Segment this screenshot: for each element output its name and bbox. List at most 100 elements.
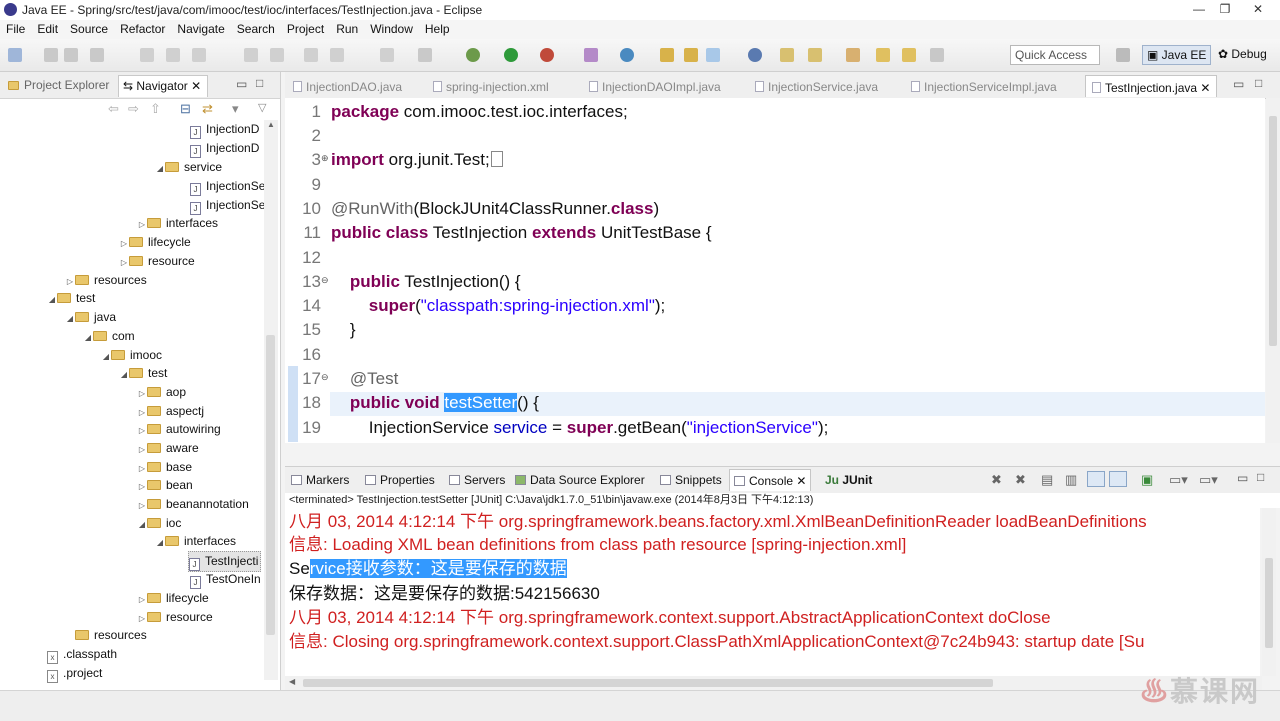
tab-spring-injection-xml[interactable]: spring-injection.xml <box>433 80 549 94</box>
step-over-icon[interactable] <box>270 48 284 62</box>
maximize-console-icon[interactable]: □ <box>1257 470 1264 484</box>
link-editor-icon[interactable]: ⇄ <box>202 101 213 117</box>
back-dropdown-icon[interactable] <box>902 48 916 62</box>
tab-markers[interactable]: Markers <box>291 473 349 487</box>
menu-help[interactable]: Help <box>419 20 456 36</box>
navigator-scrollbar[interactable]: ▲ <box>264 120 278 680</box>
word-wrap-icon[interactable] <box>1109 471 1127 487</box>
minimize-console-icon[interactable]: ▭ <box>1237 471 1248 485</box>
new-icon[interactable] <box>8 48 22 62</box>
editor-scrollbar[interactable] <box>1266 98 1280 443</box>
globe-icon[interactable] <box>748 48 762 62</box>
expanded-arrow-icon[interactable]: ◢ <box>47 290 57 309</box>
menu-navigate[interactable]: Navigate <box>171 20 230 36</box>
collapsed-arrow-icon[interactable]: ▷ <box>137 496 147 515</box>
expanded-arrow-icon[interactable]: ◢ <box>137 515 147 534</box>
annotation-icon[interactable] <box>780 48 794 62</box>
new-console-icon[interactable]: ▭▾ <box>1199 472 1218 488</box>
menu-project[interactable]: Project <box>281 20 330 36</box>
expanded-arrow-icon[interactable]: ◢ <box>119 365 129 384</box>
maximize-editor-icon[interactable]: □ <box>1255 76 1262 90</box>
perspective-javaee-button[interactable]: ▣ Java EE <box>1142 45 1212 65</box>
remove-launches-icon[interactable]: ✖ <box>1015 472 1026 488</box>
maximize-panel-icon[interactable]: □ <box>256 76 263 90</box>
tab-injectionservice[interactable]: InjectionService.java <box>755 80 878 94</box>
tab-injectiondao[interactable]: InjectionDAO.java <box>293 80 402 94</box>
tree-item-selected[interactable]: J TestInjecti <box>188 551 262 572</box>
tree-item[interactable]: J InjectionD <box>190 120 259 139</box>
forward-arrow-icon[interactable]: ⇨ <box>128 101 139 117</box>
clear-console-icon[interactable]: ▤ <box>1041 472 1053 488</box>
tree-item[interactable]: ◢ test <box>47 289 95 308</box>
console-scroll-thumb[interactable] <box>1265 558 1273 648</box>
tree-item[interactable]: J InjectionSe <box>190 177 265 196</box>
tree-item[interactable]: ◢ service <box>155 158 222 177</box>
tree-item[interactable]: ◢ interfaces <box>155 532 236 551</box>
tree-item[interactable]: ▷ lifecycle <box>119 233 191 252</box>
tree-item[interactable]: ◢ com <box>83 327 135 346</box>
tree-item[interactable]: ▷ resource <box>137 608 213 627</box>
menu-window[interactable]: Window <box>364 20 419 36</box>
tree-item[interactable]: ▷ aspectj <box>137 402 204 421</box>
collapsed-arrow-icon[interactable]: ▷ <box>137 477 147 496</box>
tab-injectiondaoimpl[interactable]: InjectionDAOImpl.java <box>589 80 721 94</box>
tree-item[interactable]: ▷ resource <box>119 252 195 271</box>
menu-edit[interactable]: Edit <box>31 20 64 36</box>
last-edit-icon[interactable] <box>846 48 860 62</box>
terminate-console-icon[interactable]: ✖ <box>991 472 1002 488</box>
scroll-left-icon[interactable]: ◀ <box>289 677 295 686</box>
minimize-button[interactable]: — <box>1186 1 1212 17</box>
perspective-debug-button[interactable]: ✿ Debug <box>1214 45 1271 63</box>
expanded-arrow-icon[interactable]: ◢ <box>83 328 93 347</box>
fold-expand-icon[interactable]: ⊕ <box>321 153 329 164</box>
scroll-up-icon[interactable]: ▲ <box>267 120 275 129</box>
console-scrollbar[interactable] <box>1262 508 1276 676</box>
tree-item[interactable]: resources <box>75 626 147 645</box>
tree-item[interactable]: J TestOneIn <box>190 570 261 589</box>
tree-item[interactable]: ▷ interfaces <box>137 214 218 233</box>
tree-item[interactable]: J InjectionSe <box>190 196 265 215</box>
forward-icon[interactable] <box>930 48 944 62</box>
collapse-all-icon[interactable]: ⊟ <box>180 101 191 117</box>
tab-project-explorer[interactable]: Project Explorer <box>8 78 109 92</box>
save-all-icon[interactable] <box>64 48 78 62</box>
expanded-arrow-icon[interactable]: ◢ <box>101 347 111 366</box>
tree-item[interactable]: ▷ beanannotation <box>137 495 249 514</box>
tree-item[interactable]: J InjectionD <box>190 139 259 158</box>
tab-snippets[interactable]: Snippets <box>660 473 722 487</box>
toggle-icon[interactable] <box>418 48 432 62</box>
navigator-scroll-thumb[interactable] <box>266 335 275 635</box>
tree-item[interactable]: ▷ aop <box>137 383 186 402</box>
new-server-icon[interactable] <box>584 48 598 62</box>
print-icon[interactable] <box>90 48 104 62</box>
back-icon[interactable] <box>876 48 890 62</box>
console-horizontal-scrollbar[interactable]: ◀ <box>285 676 1262 690</box>
up-folder-icon[interactable]: ⇧ <box>150 101 161 117</box>
tab-junit[interactable]: Ju JUnit <box>825 473 872 487</box>
tree-item[interactable]: ▷ lifecycle <box>137 589 209 608</box>
menu-run[interactable]: Run <box>330 20 364 36</box>
tree-item[interactable]: ▷ base <box>137 458 192 477</box>
view-menu-icon[interactable]: ▾ <box>232 101 239 117</box>
debug-skip-icon[interactable] <box>140 48 154 62</box>
editor-scroll-thumb[interactable] <box>1269 116 1277 346</box>
menu-file[interactable]: File <box>0 20 31 36</box>
tab-servers[interactable]: Servers <box>449 473 505 487</box>
step-return-icon[interactable] <box>304 48 318 62</box>
run-icon[interactable] <box>504 48 518 62</box>
minimize-editor-icon[interactable]: ▭ <box>1233 77 1244 91</box>
close-button[interactable]: ✕ <box>1240 1 1276 17</box>
open-task-icon[interactable] <box>684 48 698 62</box>
tree-item[interactable]: ▷ autowiring <box>137 420 221 439</box>
expanded-arrow-icon[interactable]: ◢ <box>155 159 165 178</box>
tab-navigator[interactable]: ⇆ Navigator ✕ <box>118 75 209 97</box>
tab-properties[interactable]: Properties <box>365 473 435 487</box>
drop-frame-icon[interactable] <box>330 48 344 62</box>
collapsed-arrow-icon[interactable]: ▷ <box>137 384 147 403</box>
expanded-arrow-icon[interactable]: ◢ <box>155 533 165 552</box>
tab-data-source-explorer[interactable]: Data Source Explorer <box>515 473 645 487</box>
maximize-button[interactable]: ❐ <box>1212 1 1238 17</box>
display-console-icon[interactable]: ▣ <box>1141 472 1153 488</box>
step-into-icon[interactable] <box>244 48 258 62</box>
open-type-icon[interactable] <box>660 48 674 62</box>
